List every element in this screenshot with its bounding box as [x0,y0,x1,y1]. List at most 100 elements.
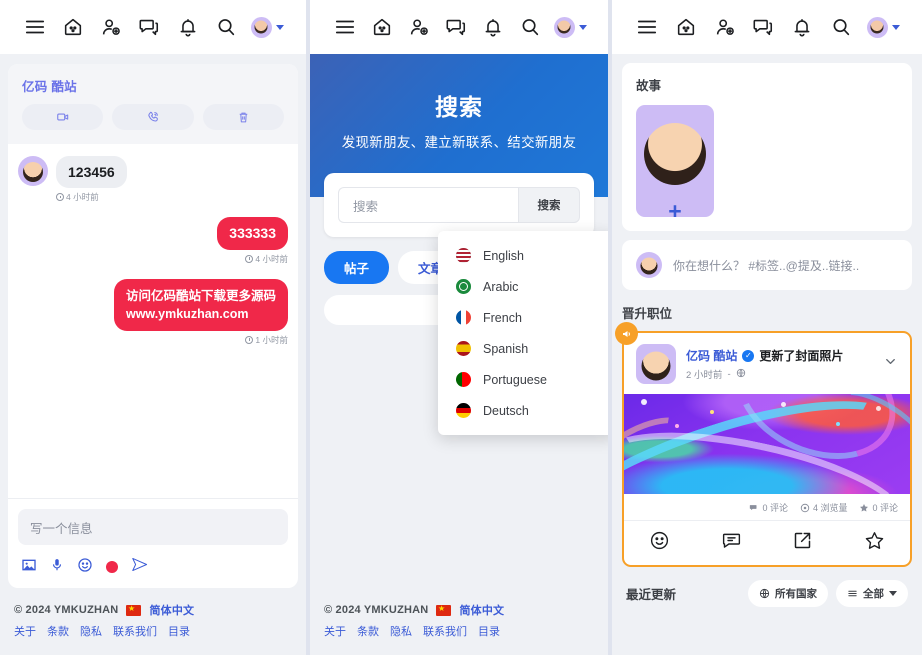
add-friend-icon[interactable] [98,14,124,40]
search-icon[interactable] [828,14,854,40]
post-options-chevron-icon[interactable] [883,354,898,374]
footer-link-contact[interactable]: 联系我们 [423,623,467,639]
menu-icon[interactable] [634,14,660,40]
message-timestamp: 4 小时前 [217,253,288,265]
messages-icon[interactable] [136,14,162,40]
avatar-menu-middle[interactable] [553,16,587,38]
video-call-button[interactable] [22,104,104,130]
message-row-incoming: 123456 4 小时前 [18,156,288,203]
top-navbar-right [612,0,922,54]
language-option-arabic[interactable]: Arabic [438,271,608,302]
home-icon[interactable] [369,14,395,40]
home-icon[interactable] [60,14,86,40]
tab-posts[interactable]: 帖子 [324,251,390,284]
share-icon[interactable] [792,530,813,556]
language-option-english[interactable]: English [438,240,608,271]
flag-es-icon [456,341,471,356]
message-composer: 写一个信息 [8,498,298,588]
home-icon[interactable] [673,14,699,40]
search-submit-button[interactable]: 搜索 [518,187,580,223]
stat-comments[interactable]: 0 评论 [749,501,788,514]
post-cover-image[interactable] [624,394,910,494]
post-timestamp: 2 小时前 [686,370,723,381]
messages-icon[interactable] [750,14,776,40]
post-header: 亿码 酷站 ✓ 更新了封面照片 2 小时前 - [624,333,910,394]
react-icon[interactable] [649,530,670,556]
promo-line-2[interactable]: www.ymkuzhan.com [126,305,276,323]
footer-link-terms[interactable]: 条款 [357,623,379,639]
copyright-text: © 2024 YMKUZHAN [324,604,429,616]
favorite-icon[interactable] [864,530,885,556]
image-icon[interactable] [21,557,37,578]
delete-conversation-button[interactable] [202,104,284,130]
footer-copyright-row: © 2024 YMKUZHAN 简体中文 [324,602,594,618]
flag-fr-icon [456,310,471,325]
send-icon[interactable] [131,556,148,578]
stat-favorites[interactable]: 0 评论 [859,501,898,514]
language-option-spanish[interactable]: Spanish [438,333,608,364]
footer-copyright-row: © 2024 YMKUZHAN 简体中文 [14,602,292,618]
hero-subtitle: 发现新朋友、建立新联系、结交新朋友 [341,135,577,150]
messages-icon[interactable] [443,14,469,40]
language-option-portuguese[interactable]: Portuguese [438,364,608,395]
footer-language[interactable]: 简体中文 [149,602,194,618]
feed-filters: 所有国家 全部 [748,580,908,607]
bell-icon[interactable] [175,14,201,40]
record-icon[interactable] [106,561,118,573]
footer-link-directory[interactable]: 目录 [478,623,500,639]
menu-icon[interactable] [22,14,48,40]
footer-link-privacy[interactable]: 隐私 [390,623,412,639]
footer-link-privacy[interactable]: 隐私 [80,623,102,639]
voice-call-button[interactable] [112,104,194,130]
plus-icon: + [668,198,682,217]
megaphone-icon [615,322,638,345]
chevron-down-icon [889,591,897,596]
search-card: 搜索 搜索 [324,173,594,237]
emoji-icon[interactable] [77,557,93,578]
post-action-bar [624,520,910,565]
chat-contact-name: 亿码 酷站 [22,80,77,94]
message-bubble: 123456 [56,156,127,189]
footer-left: © 2024 YMKUZHAN 简体中文 关于 条款 隐私 联系我们 目录 [0,588,306,655]
footer-link-about[interactable]: 关于 [324,623,346,639]
globe-icon[interactable] [736,368,746,381]
search-input[interactable]: 搜索 [338,187,518,223]
language-option-deutsch[interactable]: Deutsch [438,395,608,426]
comment-icon[interactable] [721,530,742,556]
bell-icon[interactable] [480,14,506,40]
footer-middle: © 2024 YMKUZHAN 简体中文 关于 条款 隐私 联系我们 目录 [310,592,608,655]
stat-views[interactable]: 4 浏览量 [800,501,847,514]
filter-all-types[interactable]: 全部 [836,580,908,607]
footer-link-directory[interactable]: 目录 [168,623,190,639]
footer-link-contact[interactable]: 联系我们 [113,623,157,639]
add-friend-icon[interactable] [712,14,738,40]
footer-links: 关于 条款 隐私 联系我们 目录 [14,623,292,639]
avatar [18,156,48,186]
search-icon[interactable] [517,14,543,40]
message-input[interactable]: 写一个信息 [18,509,288,545]
footer-link-terms[interactable]: 条款 [47,623,69,639]
avatar-menu-right[interactable] [866,16,900,38]
menu-icon[interactable] [332,14,358,40]
comment-icon [750,504,757,510]
mic-icon[interactable] [50,557,64,578]
add-friend-icon[interactable] [406,14,432,40]
flag-de-icon [456,403,471,418]
flag-us-icon [456,248,471,263]
avatar [636,252,662,278]
post-author-avatar[interactable] [636,344,676,384]
chat-action-buttons [22,104,284,130]
bell-icon[interactable] [789,14,815,40]
footer-language[interactable]: 简体中文 [459,602,504,618]
footer-link-about[interactable]: 关于 [14,623,36,639]
avatar-menu-left[interactable] [250,16,284,38]
panel-feed: 故事 + 你在想什么？ #标签..@提及..链接.. 晋升职位 亿码 酷站 ✓ … [612,0,922,655]
stories-title: 故事 [636,79,662,93]
post-author-name[interactable]: 亿码 酷站 [686,347,737,364]
search-icon[interactable] [213,14,239,40]
promoted-section-title: 晋升职位 [622,307,673,321]
create-story-tile[interactable]: + [636,105,714,217]
language-option-french[interactable]: French [438,302,608,333]
post-composer[interactable]: 你在想什么？ #标签..@提及..链接.. [622,240,912,290]
filter-all-countries[interactable]: 所有国家 [748,580,828,607]
